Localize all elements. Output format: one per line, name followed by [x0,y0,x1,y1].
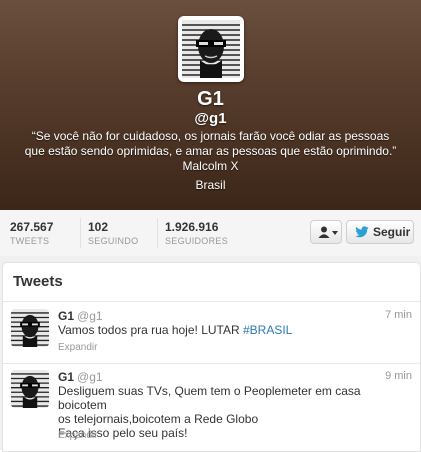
profile-handle: @g1 [194,110,227,127]
tweet-avatar[interactable] [11,370,49,408]
divider [3,363,420,364]
stat-followers[interactable]: 1.926.916 SEGUIDORES [165,220,228,248]
tweet-text-line: Faça isso pelo seu país! [58,426,188,440]
tweet-text-line: os telejornais,boicotem a Rede Globo [58,412,259,426]
bio-author: Malcolm X [182,159,239,173]
profile-location: Brasil [195,178,226,192]
stat-divider [80,218,81,248]
tweet-hashtag-link[interactable]: #BRASIL [243,323,292,337]
stat-tweets-label: TWEETS [10,236,50,246]
tweet-timestamp[interactable]: 7 min [385,309,412,321]
tweet-author-handle: @g1 [77,370,103,384]
profile-avatar[interactable] [178,16,244,82]
tweet-avatar[interactable] [11,309,49,347]
bio-line: que estão sendo oprimidas, e amar as pes… [24,144,397,158]
tweet-item[interactable]: G1 @g1 7 min Vamos todos pra rua hoje! LU… [3,309,420,363]
tweet-expand-link[interactable]: Expandir [58,430,97,441]
avatar-image [11,370,49,408]
tweet-text: Vamos todos pra rua hoje! LUTAR #BRASIL [58,323,398,337]
stat-following[interactable]: 102 SEGUINDO [88,220,138,248]
divider [3,301,420,302]
tweet-author[interactable]: G1 @g1 [58,370,103,384]
stat-tweets[interactable]: 267.567 TWEETS [10,220,53,248]
tweet-timestamp[interactable]: 9 min [385,370,412,382]
avatar-image [182,20,240,78]
stat-following-label: SEGUINDO [88,236,139,246]
stat-followers-count: 1.926.916 [165,220,219,234]
profile-bio: “Se você não for cuidadoso, os jornais f… [20,129,401,174]
tweet-text-body: Vamos todos pra rua hoje! LUTAR [58,323,243,337]
bio-line: “Se você não for cuidadoso, os jornais f… [31,129,390,143]
tweets-panel: Tweets G1 @g1 7 min Vamos todos pra rua … [0,256,421,452]
profile-header: G1 @g1 “Se você não for cuidadoso, os jo… [0,0,421,210]
tweet-text-line: Desliguem suas TVs, Quem tem o Peoplemet… [58,384,361,412]
tweet-text: Desliguem suas TVs, Quem tem o Peoplemet… [58,384,398,440]
tweet-author-handle: @g1 [77,309,103,323]
tweets-section-title: Tweets [13,273,63,290]
tweet-author-name: G1 [58,309,75,323]
stat-followers-label: SEGUIDORES [165,236,229,246]
stat-tweets-count: 267.567 [10,220,54,234]
stat-divider [157,218,158,248]
profile-name: G1 [197,88,224,110]
follow-button[interactable]: Seguir [346,220,414,244]
tweet-author-name: G1 [58,370,75,384]
tweet-expand-link[interactable]: Expandir [58,342,97,353]
tweet-author[interactable]: G1 @g1 [58,309,103,323]
chevron-down-icon [332,231,338,235]
avatar-image [11,309,49,347]
tweet-item[interactable]: G1 @g1 9 min Desliguem suas TVs, Quem tem… [3,370,420,446]
bird-icon [355,226,369,238]
user-actions-button[interactable] [310,220,342,244]
user-icon [318,226,330,238]
tweets-card: Tweets G1 @g1 7 min Vamos todos pra rua … [2,262,421,452]
stat-following-count: 102 [88,220,109,234]
follow-button-label: Seguir [373,225,411,239]
